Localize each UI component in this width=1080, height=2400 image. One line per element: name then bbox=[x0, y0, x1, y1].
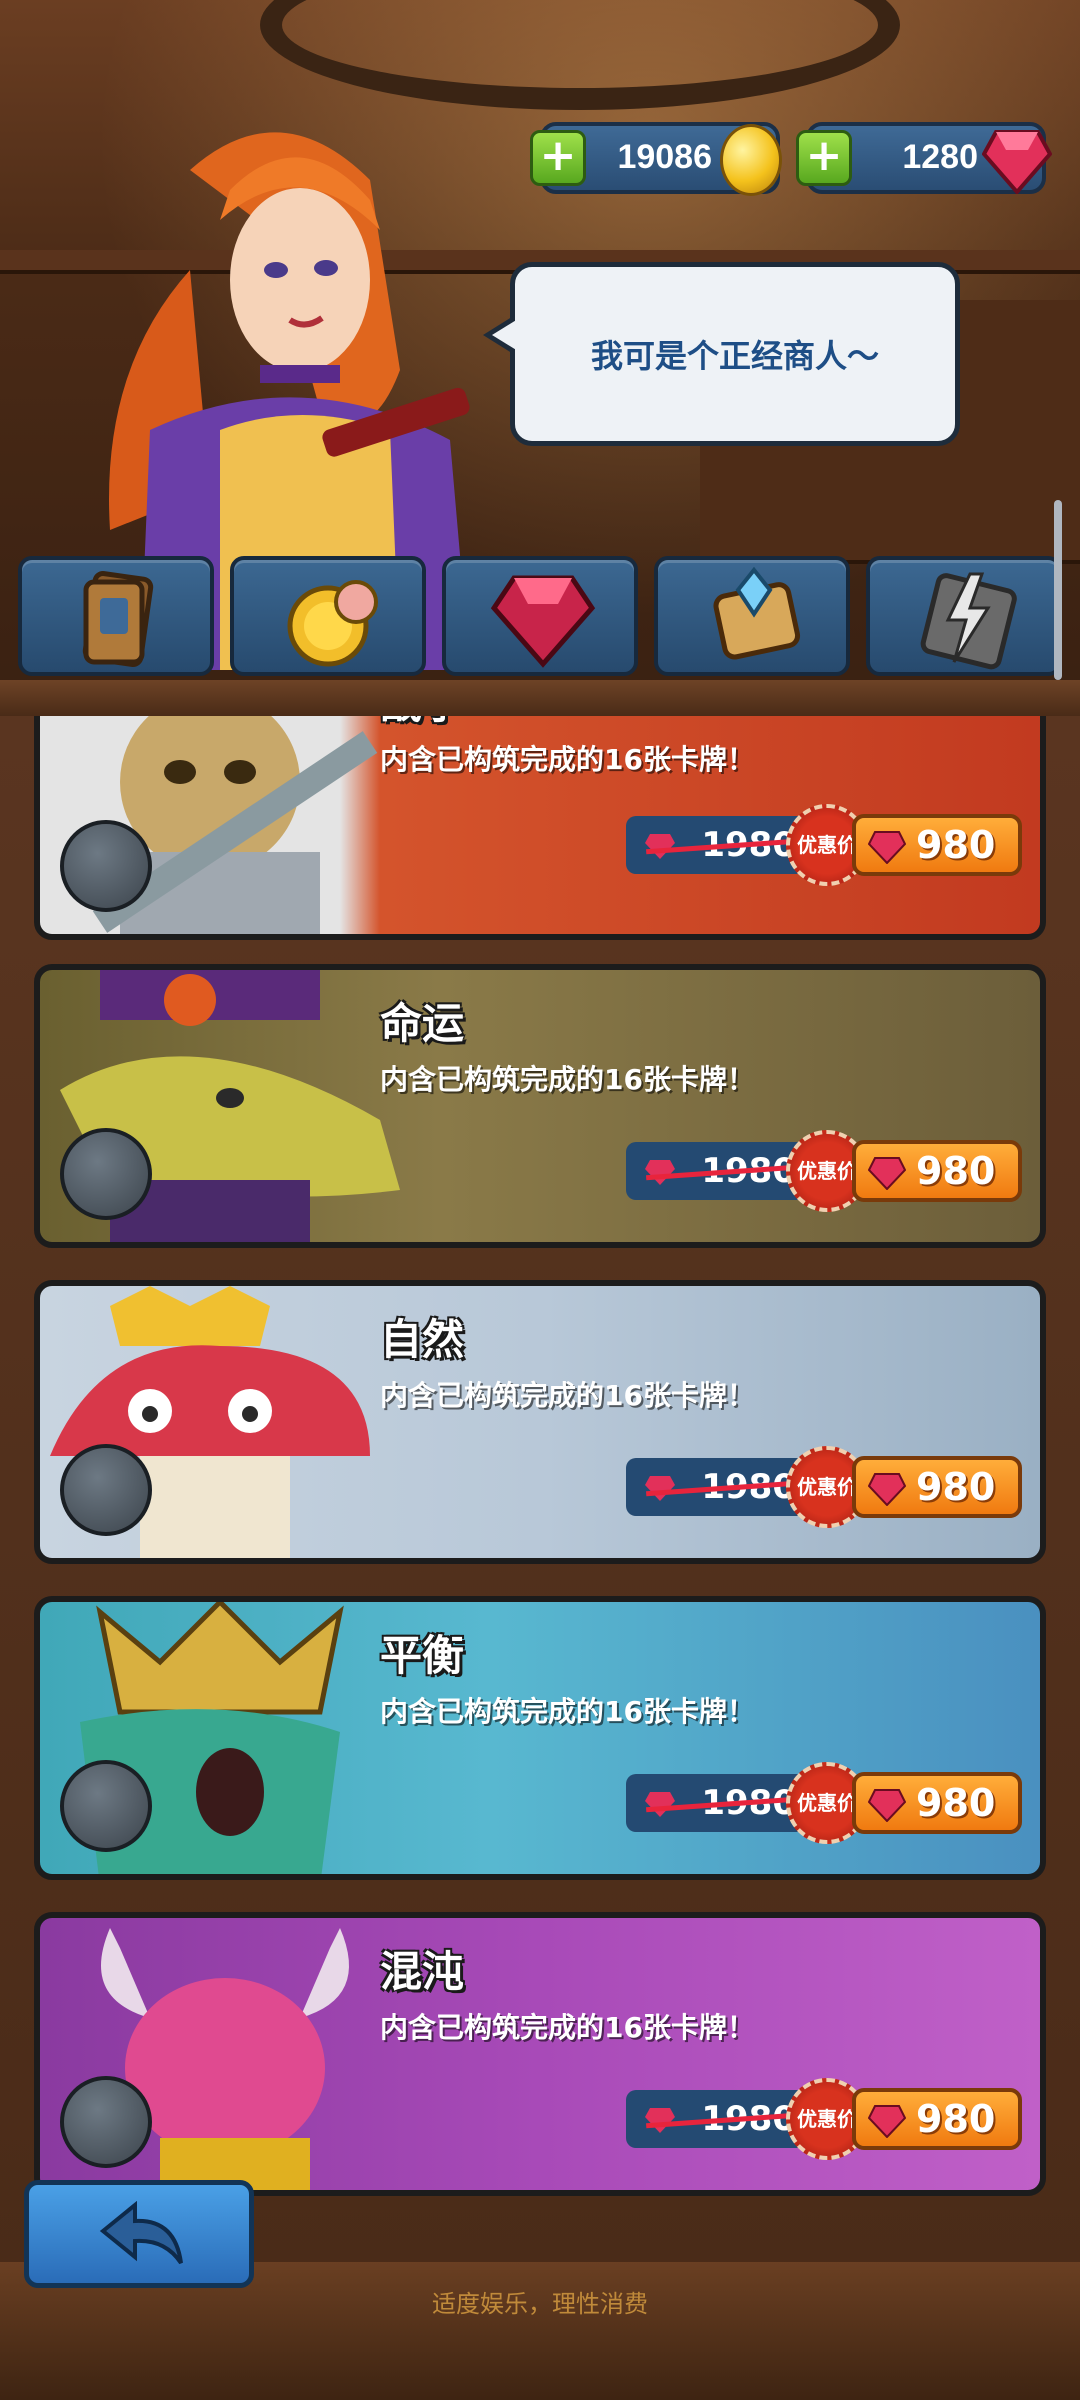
gold-counter: + 19086 bbox=[530, 122, 782, 196]
shop-category-tabs bbox=[18, 556, 1062, 680]
tab-gold[interactable] bbox=[230, 556, 426, 676]
sale-price: 980 bbox=[916, 2097, 996, 2141]
gem-icon bbox=[645, 2108, 675, 2133]
pack-card-nature[interactable]: 自然 内含已构筑完成的16张卡牌！ 1980 优惠价 980 bbox=[34, 1280, 1046, 1564]
pack-description: 内含已构筑完成的16张卡牌！ bbox=[380, 2011, 755, 2044]
responsible-gaming-notice: 适度娱乐，理性消费 bbox=[432, 2290, 648, 2318]
pack-description: 内含已构筑完成的16张卡牌！ bbox=[380, 1695, 755, 1728]
buy-button[interactable]: 980 bbox=[852, 1456, 1022, 1518]
pack-title: 战争 bbox=[380, 716, 464, 731]
gem-icon bbox=[868, 1789, 906, 1822]
sale-price: 980 bbox=[916, 1781, 996, 1825]
price-row: 1980 优惠价 980 bbox=[626, 1762, 1026, 1844]
fate-faction-icon bbox=[60, 1128, 152, 1220]
pack-card-balance[interactable]: 平衡 内含已构筑完成的16张卡牌！ 1980 优惠价 980 bbox=[34, 1596, 1046, 1880]
chandelier-decoration bbox=[260, 0, 900, 110]
deck-pack-list: 战争 内含已构筑完成的16张卡牌！ 1980 优惠价 980 命运 内含已构筑完… bbox=[0, 716, 1080, 2286]
add-gems-button[interactable]: + bbox=[796, 130, 852, 186]
gem-icon bbox=[645, 1792, 675, 1817]
gem-icon bbox=[645, 1476, 675, 1501]
gem-icon bbox=[645, 834, 675, 859]
chaos-faction-icon bbox=[60, 2076, 152, 2168]
pack-title: 命运 bbox=[380, 999, 465, 1048]
back-arrow-icon bbox=[99, 2201, 183, 2265]
card-deck-icon bbox=[82, 571, 154, 667]
gem-icon bbox=[868, 1473, 906, 1506]
gold-coin-icon bbox=[720, 124, 782, 196]
pack-title: 自然 bbox=[380, 1315, 465, 1364]
tab-gems[interactable] bbox=[442, 556, 638, 676]
pack-title: 混沌 bbox=[380, 1947, 465, 1996]
gem-icon bbox=[868, 1157, 906, 1190]
scroll-crystal-icon bbox=[713, 566, 801, 660]
add-gold-button[interactable]: + bbox=[530, 130, 586, 186]
price-row: 1980 优惠价 980 bbox=[626, 804, 1026, 886]
tab-lightning-cards[interactable] bbox=[866, 556, 1062, 676]
gem-icon bbox=[868, 831, 906, 864]
shop-header-scene: + 19086 + 1280 我可是个正经商人～ bbox=[0, 0, 1080, 700]
gem-counter: + 1280 bbox=[796, 122, 1052, 194]
pack-card-fate[interactable]: 命运 内含已构筑完成的16张卡牌！ 1980 优惠价 980 bbox=[34, 964, 1046, 1248]
merchant-speech-bubble: 我可是个正经商人～ bbox=[483, 262, 960, 446]
buy-button[interactable]: 980 bbox=[852, 1140, 1022, 1202]
price-row: 1980 优惠价 980 bbox=[626, 1446, 1026, 1528]
nature-faction-icon bbox=[60, 1444, 152, 1536]
ruby-gem-icon bbox=[490, 575, 596, 668]
sale-price: 980 bbox=[916, 1149, 996, 1193]
price-row: 1980 优惠价 980 bbox=[626, 1130, 1026, 1212]
tab-card-deck[interactable] bbox=[18, 556, 214, 676]
gold-amount: 19086 bbox=[617, 138, 712, 176]
gem-icon bbox=[868, 2105, 906, 2138]
scrollbar[interactable] bbox=[1054, 500, 1062, 680]
pack-description: 内含已构筑完成的16张卡牌！ bbox=[380, 1379, 755, 1412]
pack-description: 内含已构筑完成的16张卡牌！ bbox=[380, 743, 755, 776]
lightning-card-icon bbox=[920, 572, 1017, 670]
pack-description: 内含已构筑完成的16张卡牌！ bbox=[380, 1063, 755, 1096]
balance-faction-icon bbox=[60, 1760, 152, 1852]
gold-pouch-icon bbox=[287, 580, 378, 667]
back-button[interactable] bbox=[24, 2180, 254, 2288]
price-row: 1980 优惠价 980 bbox=[626, 2078, 1026, 2160]
war-faction-icon bbox=[60, 820, 152, 912]
merchant-speech-text: 我可是个正经商人～ bbox=[590, 337, 879, 375]
buy-button[interactable]: 980 bbox=[852, 2088, 1022, 2150]
header-divider bbox=[0, 680, 1080, 720]
sale-price: 980 bbox=[916, 823, 996, 867]
pack-card-chaos[interactable]: 混沌 内含已构筑完成的16张卡牌！ 1980 优惠价 980 bbox=[34, 1912, 1046, 2196]
ruby-gem-icon bbox=[982, 130, 1052, 194]
buy-button[interactable]: 980 bbox=[852, 814, 1022, 876]
gem-amount: 1280 bbox=[902, 138, 978, 176]
buy-button[interactable]: 980 bbox=[852, 1772, 1022, 1834]
sale-price: 980 bbox=[916, 1465, 996, 1509]
gem-icon bbox=[645, 1160, 675, 1185]
pack-card-war[interactable]: 战争 内含已构筑完成的16张卡牌！ 1980 优惠价 980 bbox=[34, 716, 1046, 940]
tab-scroll[interactable] bbox=[654, 556, 850, 676]
pack-title: 平衡 bbox=[380, 1631, 465, 1680]
